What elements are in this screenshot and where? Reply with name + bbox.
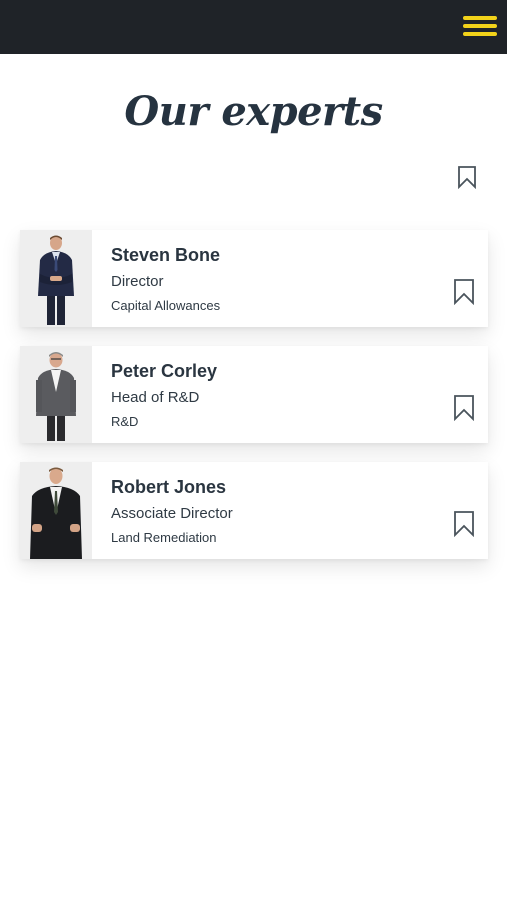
expert-photo bbox=[20, 462, 92, 559]
expert-department: R&D bbox=[111, 414, 139, 429]
expert-role: Director bbox=[111, 273, 164, 290]
page-title: Our experts bbox=[124, 88, 383, 135]
expert-card-peter-corley[interactable]: Peter Corley Head of R&D R&D bbox=[20, 346, 488, 443]
expert-role: Associate Director bbox=[111, 505, 233, 522]
bookmark-icon[interactable] bbox=[453, 394, 475, 421]
expert-photo bbox=[20, 346, 92, 443]
expert-name: Robert Jones bbox=[111, 477, 227, 497]
expert-department: Land Remediation bbox=[111, 530, 217, 545]
hamburger-menu-icon[interactable] bbox=[463, 14, 497, 40]
menu-line bbox=[463, 24, 497, 28]
expert-card-steven-bone[interactable]: Steven Bone Director Capital Allowances bbox=[20, 230, 488, 327]
expert-name: Steven Bone bbox=[111, 245, 221, 265]
menu-line bbox=[463, 32, 497, 36]
top-bar bbox=[0, 0, 507, 54]
bookmark-icon[interactable] bbox=[457, 165, 477, 189]
expert-role: Head of R&D bbox=[111, 389, 200, 406]
bookmark-icon[interactable] bbox=[453, 278, 475, 305]
expert-card-robert-jones[interactable]: Robert Jones Associate Director Land Rem… bbox=[20, 462, 488, 559]
bookmark-icon[interactable] bbox=[453, 510, 475, 537]
expert-photo bbox=[20, 230, 92, 327]
expert-department: Capital Allowances bbox=[111, 298, 221, 313]
expert-name: Peter Corley bbox=[111, 361, 218, 381]
menu-line bbox=[463, 16, 497, 20]
